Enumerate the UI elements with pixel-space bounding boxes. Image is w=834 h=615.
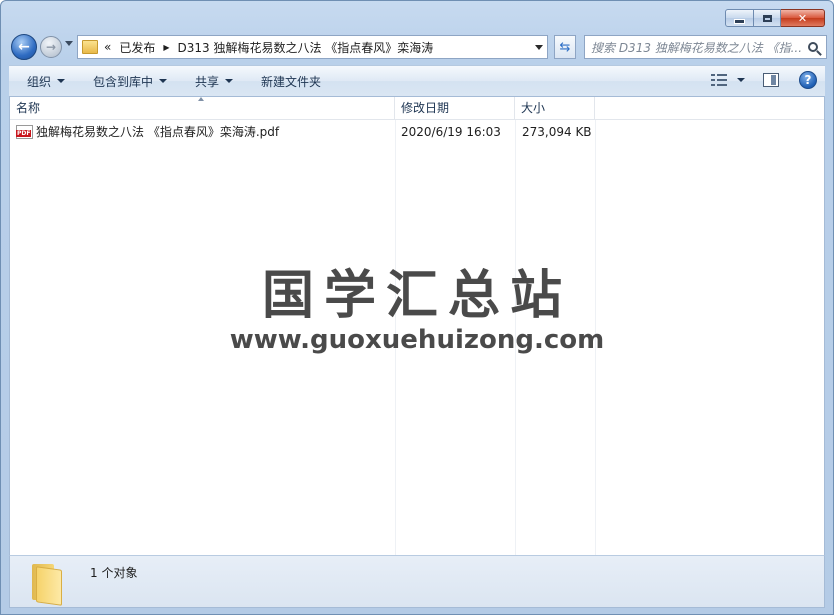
- new-folder-label: 新建文件夹: [261, 74, 322, 89]
- sort-ascending-icon: [198, 97, 204, 101]
- pdf-file-icon: PDF: [16, 125, 33, 139]
- back-arrow-icon: ←: [18, 39, 30, 55]
- views-icon[interactable]: [711, 74, 727, 86]
- file-size: 273,094 KB: [522, 125, 592, 139]
- organize-menu[interactable]: 组织: [27, 73, 66, 90]
- back-button[interactable]: ←: [11, 34, 37, 60]
- column-header-size-label: 大小: [521, 101, 546, 115]
- refresh-icon: ⇆: [559, 39, 571, 55]
- search-input[interactable]: 搜索 D313 独解梅花易数之八法 《指...: [591, 39, 804, 56]
- maximize-icon: [762, 14, 772, 22]
- watermark-title: 国学汇总站: [261, 266, 572, 326]
- folder-icon: [82, 40, 98, 54]
- search-box[interactable]: 搜索 D313 独解梅花易数之八法 《指...: [584, 35, 827, 59]
- views-dropdown-icon[interactable]: [737, 78, 745, 82]
- breadcrumb-item-current-folder[interactable]: D313 独解梅花易数之八法 《指点春风》栾海涛: [178, 39, 434, 56]
- pdf-icon-label: PDF: [16, 130, 32, 137]
- search-icon[interactable]: [808, 42, 818, 52]
- explorer-window: ✕ ← → « 已发布 ▶ D313 独解梅花易数之八法 《指点春风》栾海涛 ⇆…: [0, 0, 834, 615]
- status-bar: 1 个对象: [9, 555, 825, 608]
- caption-buttons: ✕: [725, 9, 825, 27]
- item-count: 1 个对象: [90, 566, 138, 580]
- include-in-library-label: 包含到库中: [93, 74, 154, 89]
- address-bar[interactable]: « 已发布 ▶ D313 独解梅花易数之八法 《指点春风》栾海涛: [77, 35, 548, 59]
- recent-pages-dropdown[interactable]: [65, 41, 73, 46]
- help-icon[interactable]: ?: [799, 71, 817, 89]
- include-in-library-menu[interactable]: 包含到库中: [93, 73, 168, 90]
- preview-pane-icon[interactable]: [763, 73, 779, 87]
- forward-arrow-icon: →: [45, 40, 57, 54]
- refresh-button[interactable]: ⇆: [554, 35, 576, 59]
- new-folder-button[interactable]: 新建文件夹: [261, 73, 321, 90]
- forward-button[interactable]: →: [40, 36, 62, 58]
- chevron-down-icon: [57, 79, 66, 83]
- file-modified-date: 2020/6/19 16:03: [401, 125, 501, 139]
- table-row[interactable]: PDF 独解梅花易数之八法 《指点春风》栾海涛.pdf 2020/6/19 16…: [10, 123, 824, 141]
- column-header-size[interactable]: 大小: [515, 97, 595, 119]
- organize-label: 组织: [27, 74, 52, 89]
- breadcrumb-item-published[interactable]: 已发布: [119, 39, 155, 56]
- watermark-url: www.guoxuehuizong.com: [229, 325, 605, 355]
- column-header-date-label: 修改日期: [401, 101, 450, 115]
- column-header-row: 名称 修改日期 大小: [10, 97, 824, 120]
- minimize-button[interactable]: [725, 9, 754, 27]
- chevron-down-icon: [159, 79, 168, 83]
- share-label: 共享: [195, 74, 220, 89]
- command-bar: 组织 包含到库中 共享 新建文件夹 ?: [9, 65, 825, 97]
- maximize-button[interactable]: [754, 9, 781, 27]
- breadcrumb-chevron-icon[interactable]: ▶: [163, 43, 169, 52]
- close-button[interactable]: ✕: [781, 9, 825, 27]
- folder-icon: [32, 564, 62, 606]
- breadcrumb-overflow[interactable]: «: [104, 40, 111, 54]
- share-menu[interactable]: 共享: [195, 73, 234, 90]
- chevron-down-icon: [225, 79, 234, 83]
- file-list[interactable]: 名称 修改日期 大小 PDF 独解梅花易数之八法 《指点春风》栾海涛.pdf 2…: [9, 97, 825, 555]
- command-bar-right: ?: [711, 71, 817, 89]
- navigation-row: ← → « 已发布 ▶ D313 独解梅花易数之八法 《指点春风》栾海涛 ⇆ 搜…: [9, 32, 827, 62]
- address-dropdown-icon[interactable]: [535, 45, 543, 50]
- close-icon: ✕: [797, 11, 808, 25]
- column-header-date[interactable]: 修改日期: [395, 97, 515, 119]
- file-name[interactable]: 独解梅花易数之八法 《指点春风》栾海涛.pdf: [36, 123, 279, 141]
- column-header-name-label: 名称: [16, 101, 41, 115]
- minimize-icon: [735, 19, 744, 23]
